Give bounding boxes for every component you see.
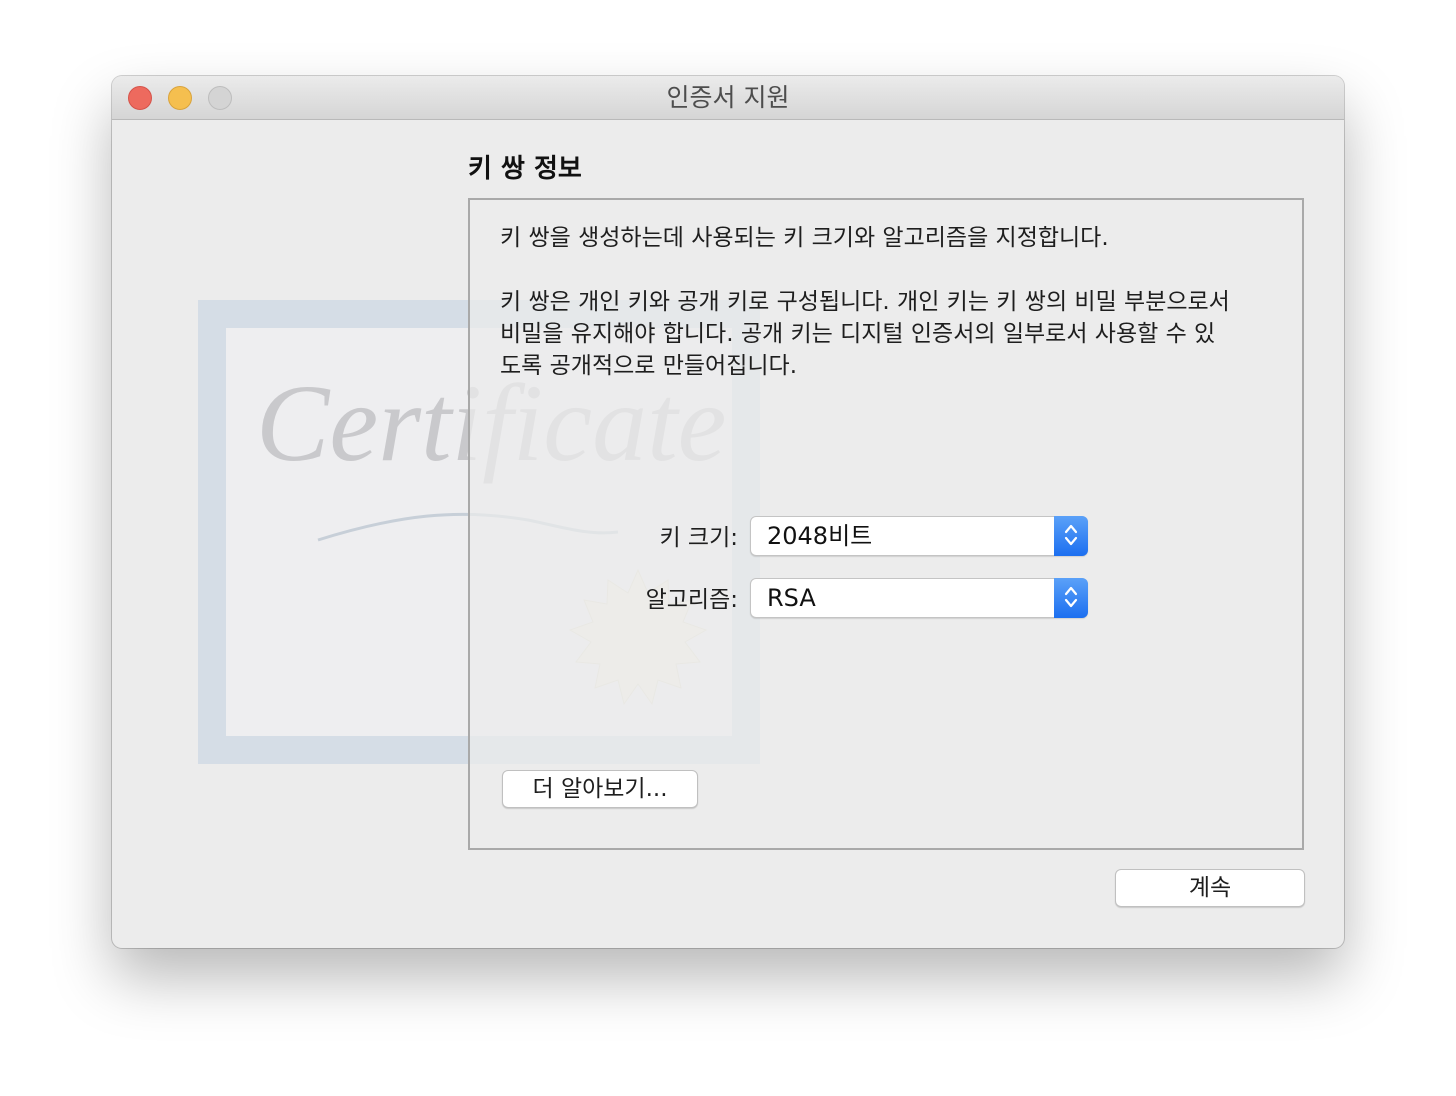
key-pair-info-box: 키 쌍을 생성하는데 사용되는 키 크기와 알고리즘을 지정합니다. 키 쌍은 … [468, 198, 1304, 850]
algorithm-popup[interactable]: RSA [750, 578, 1088, 618]
title-bar[interactable]: 인증서 지원 [112, 76, 1344, 120]
algorithm-label: 알고리즘: [645, 587, 738, 613]
continue-button[interactable]: 계속 [1115, 869, 1305, 907]
up-down-chevron-icon [1064, 524, 1078, 546]
key-size-label: 키 크기: [659, 525, 738, 551]
key-size-value: 2048비트 [767, 522, 873, 550]
description-text-1: 키 쌍을 생성하는데 사용되는 키 크기와 알고리즘을 지정합니다. [500, 225, 1109, 251]
learn-more-button[interactable]: 더 알아보기... [502, 770, 698, 808]
window-title: 인증서 지원 [666, 83, 790, 112]
description-text-2: 키 쌍은 개인 키와 공개 키로 구성됩니다. 개인 키는 키 쌍의 비밀 부분… [500, 289, 1230, 379]
key-size-popup[interactable]: 2048비트 [750, 516, 1088, 556]
up-down-chevron-icon [1064, 586, 1078, 608]
key-size-stepper[interactable] [1054, 516, 1088, 556]
section-heading: 키 쌍 정보 [468, 154, 582, 184]
algorithm-value: RSA [767, 584, 816, 612]
certificate-assistant-window: 인증서 지원 Certificate 키 쌍 정보 키 쌍을 생성하는데 사용되… [112, 76, 1344, 948]
algorithm-stepper[interactable] [1054, 578, 1088, 618]
